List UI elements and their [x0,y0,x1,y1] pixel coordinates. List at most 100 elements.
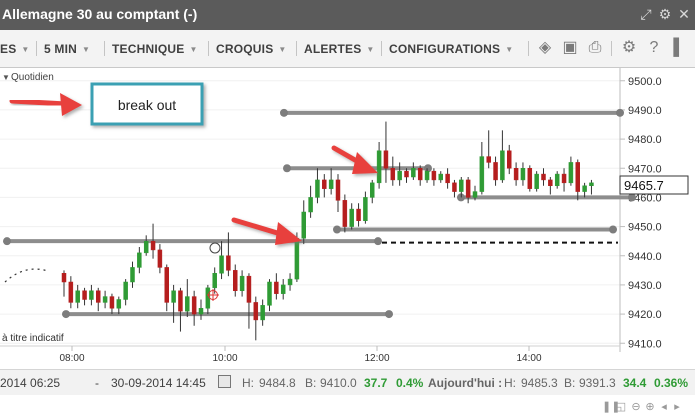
candle-body[interactable] [404,170,409,178]
candle-body[interactable] [116,299,122,309]
candle-body[interactable] [335,179,341,201]
line-handle[interactable] [62,310,70,319]
candle-body[interactable] [472,191,478,198]
candle-body[interactable] [294,238,300,280]
candle-body[interactable] [431,170,437,181]
settings-icon[interactable]: ⚙ [657,6,673,22]
candle-body[interactable] [534,173,539,189]
line-handle[interactable] [280,108,288,117]
candle-body[interactable] [397,170,402,181]
candle-body[interactable] [527,168,533,189]
candle-body[interactable] [548,179,553,186]
candle-body[interactable] [109,296,115,309]
candle-body[interactable] [376,150,382,184]
candle-body[interactable] [568,162,574,184]
calendar-icon[interactable] [218,375,231,388]
line-handle[interactable] [616,108,624,117]
candle-body[interactable] [349,208,354,227]
print-icon[interactable]: ⎙ [586,39,604,57]
chart-canvas[interactable]: 9500.09490.09480.09470.09460.09450.09440… [0,68,695,365]
candle-body[interactable] [513,168,519,181]
menu-alertes[interactable]: ALERTES ▼ [304,42,375,56]
candle-body[interactable] [287,278,293,286]
candle-body[interactable] [212,273,217,289]
candle-body[interactable] [575,162,580,192]
candle-body[interactable] [239,275,245,292]
line-handle[interactable] [283,164,291,173]
candle-body[interactable] [233,270,238,291]
candle-body[interactable] [96,290,101,303]
candle-body[interactable] [390,168,396,181]
menu-croquis[interactable]: CROQUIS ▼ [216,42,287,56]
period-label[interactable]: Quotidien [11,72,54,83]
candle-body[interactable] [280,284,286,294]
candle-body[interactable] [417,168,423,181]
candle-body[interactable] [459,179,464,192]
candle-body[interactable] [507,150,512,169]
candle-body[interactable] [493,162,498,181]
menu-technique[interactable]: TECHNIQUE ▼ [112,42,198,56]
candle-body[interactable] [541,173,546,181]
candle-body[interactable] [465,179,471,198]
zoom-out-icon[interactable]: ⊖ [630,401,642,413]
candle-body[interactable] [561,173,567,184]
candle-body[interactable] [411,168,416,178]
pin-icon[interactable]: ▌ [670,39,688,57]
candle-body[interactable] [363,197,368,222]
layers-icon[interactable]: ◈ [536,39,554,57]
candle-body[interactable] [61,273,67,283]
gear-icon[interactable]: ⚙ [620,39,638,57]
candle-body[interactable] [452,182,457,192]
candle-body[interactable] [143,240,149,254]
candle-body[interactable] [185,296,190,312]
pause-icon[interactable]: ❚❚ [602,401,620,413]
candle-body[interactable] [342,200,348,227]
line-handle[interactable] [374,237,382,246]
candle-body[interactable] [438,173,443,181]
candle-body[interactable] [554,173,560,187]
menu-configurations[interactable]: CONFIGURATIONS ▼ [389,42,513,56]
candle-body[interactable] [123,281,128,300]
candle-body[interactable] [75,290,80,303]
candle-body[interactable] [102,296,108,303]
candle-body[interactable] [178,290,183,312]
candle-body[interactable] [157,249,163,268]
candle-body[interactable] [150,240,156,251]
menu-es[interactable]: ES ▼ [0,42,30,56]
candle-body[interactable] [500,150,505,181]
candle-body[interactable] [322,179,327,189]
line-handle[interactable] [385,310,393,319]
candle-body[interactable] [89,290,94,300]
candle-body[interactable] [267,281,272,306]
candle-body[interactable] [137,252,142,268]
scroll-left-icon[interactable]: ◂ [658,401,670,413]
candle-body[interactable] [301,211,306,239]
help-icon[interactable]: ? [645,39,663,57]
candle-body[interactable] [260,305,265,321]
candle-body[interactable] [130,267,135,283]
candle-body[interactable] [445,173,450,184]
menu-interval[interactable]: 5 MIN ▼ [44,42,90,56]
expand-icon[interactable]: ⤢ [638,6,654,22]
candle-body[interactable] [198,308,204,315]
candle-body[interactable] [226,255,231,271]
line-handle[interactable] [628,193,636,202]
period-caret-icon[interactable]: ▼ [2,73,10,82]
candle-body[interactable] [308,197,313,213]
zoom-in-icon[interactable]: ⊕ [644,401,656,413]
candle-body[interactable] [68,281,74,303]
candle-body[interactable] [582,185,587,192]
zoom-reset-icon[interactable]: ◱ [615,401,627,413]
candle-body[interactable] [328,179,334,189]
candle-body[interactable] [370,182,375,198]
candle-body[interactable] [383,150,389,169]
candle-body[interactable] [479,156,485,192]
scroll-right-icon[interactable]: ▸ [671,401,683,413]
line-handle[interactable] [333,225,341,234]
candle-body[interactable] [315,179,320,198]
candle-body[interactable] [589,182,594,187]
candle-body[interactable] [253,302,259,321]
image-icon[interactable]: ▣ [561,39,579,57]
close-icon[interactable]: ✕ [676,6,692,22]
candle-body[interactable] [171,290,176,303]
